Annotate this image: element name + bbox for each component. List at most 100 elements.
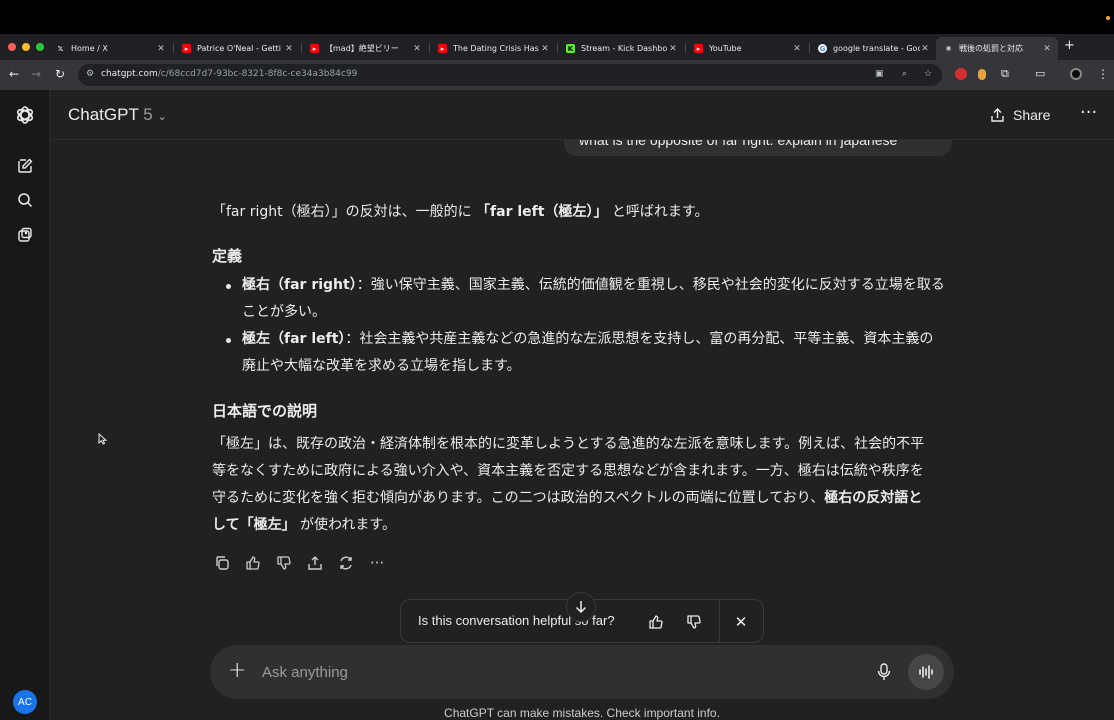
browser-tab[interactable]: G google translate - Goo ✕ [810,37,936,60]
url-text[interactable]: chatgpt.com/c/68ccd7d7-93bc-8321-8f8c-ce… [101,69,357,79]
close-icon[interactable]: ✕ [731,612,751,632]
bullet-term: 極右（far right） [242,277,357,293]
paragraph-line: 等をなくすために政府による強い介入や、資本主義を否定する思想などが含まれます。一… [212,458,952,485]
answer-intro: 「far right（極右）」の反対は、一般的に 「far left（極左）」 … [212,199,952,226]
tab-label: 【mad】絶望ビリー [325,44,399,53]
bullet-text: ことが多い。 [242,304,326,320]
share-icon [991,107,1004,122]
bookmark-star-icon[interactable]: ☆ [924,69,932,79]
install-app-icon[interactable]: ▣ [875,69,884,79]
mouse-cursor-icon [98,433,107,445]
feedback-thumbs-down-icon[interactable] [684,612,704,632]
tab-label: Patrice O'Neal - Getti [197,44,281,53]
youtube-favicon-icon: ▸ [694,44,703,53]
paragraph-bold: 極右の反対語と [824,490,923,506]
paragraph-line: して「極左」 が使われます。 [212,512,952,539]
paragraph-text: が使われます。 [295,517,396,533]
tab-label: 戦後の処罰と対応 [959,44,1023,53]
disclaimer: ChatGPT can make mistakes. Check importa… [444,706,720,720]
tab-close-icon[interactable]: ✕ [412,44,422,54]
paragraph-text: 等をなくすために政府による強い介入や、資本主義を否定する思想などが含まれます。一… [212,463,924,479]
browser-menu-icon[interactable]: ⋮ [1097,67,1109,81]
browser-tab[interactable]: ▸ YouTube ✕ [686,37,808,60]
tab-label: Home / X [71,44,108,53]
message-actions: ··· [212,553,387,573]
answer-text: 「far right（極右）」の反対は、一般的に [212,204,477,220]
address-bar[interactable]: ⚙ chatgpt.com/c/68ccd7d7-93bc-8321-8f8c-… [78,64,942,86]
more-options-icon[interactable]: ··· [1080,102,1097,123]
youtube-favicon-icon: ▸ [310,44,319,53]
cast-icon[interactable]: ▭ [1035,67,1045,80]
tab-close-icon[interactable]: ✕ [792,44,802,54]
share-message-icon[interactable] [305,553,325,573]
answer-bold: 「far left（極左）」 [476,204,608,220]
voice-mode-button[interactable] [908,654,944,690]
search-icon[interactable] [15,190,35,210]
more-actions-icon[interactable]: ··· [367,553,387,573]
browser-tab-active[interactable]: ✺ 戦後の処罰と対応 ✕ [936,37,1058,60]
library-icon[interactable] [15,225,35,245]
bullet-item: 極右（far right）：強い保守主義、国家主義、伝統的価値観を重視し、移民や… [242,272,954,299]
model-version: 5 [143,105,153,124]
prompt-input[interactable] [262,661,862,683]
share-button-overlay[interactable]: Share [990,107,1050,123]
bullet [226,284,231,289]
chevron-down-icon: ⌄ [157,111,167,123]
reload-icon[interactable]: ↻ [55,67,65,81]
chatgpt-favicon-icon: ✺ [945,44,952,53]
url-host: chatgpt.com [101,69,158,79]
explanation-heading: 日本語での説明 [212,402,318,420]
feedback-divider [719,600,720,643]
bullet-text: ：強い保守主義、国家主義、伝統的価値観を重視し、移民や社会的変化に反対する立場を… [356,277,945,293]
openai-logo-icon[interactable] [15,105,35,125]
answer-text: と呼ばれます。 [607,204,709,220]
tab-close-icon[interactable]: ✕ [1042,44,1052,54]
thumbs-up-icon[interactable] [243,553,263,573]
bullet-text: ：社会主義や共産主義などの急進的な左派思想を支持し、富の再分配、平等主義、資本主… [345,331,934,347]
tab-close-icon[interactable]: ✕ [920,44,930,54]
tab-label: google translate - Goo [833,44,920,53]
model-name: ChatGPT [68,105,139,124]
back-icon[interactable]: ← [9,67,19,81]
new-tab-button[interactable]: + [1064,38,1075,53]
paragraph-bold: して「極左」 [212,517,296,533]
browser-tab[interactable]: K Stream - Kick Dashbo ✕ [558,37,684,60]
extension-icon[interactable] [978,69,986,80]
extensions-puzzle-icon[interactable]: ⧉ [1001,67,1009,81]
os-menu-bar [0,0,1114,34]
site-info-icon[interactable]: ⚙ [86,69,94,79]
add-attachment-icon[interactable]: + [228,658,246,683]
profile-icon[interactable] [1070,68,1082,80]
tab-close-icon[interactable]: ✕ [284,44,294,54]
url-path: /c/68ccd7d7-93bc-8321-8f8c-ce34a3b84c99 [157,69,358,79]
arrow-down-icon [575,601,587,614]
copy-icon[interactable] [212,553,232,573]
tab-close-icon[interactable]: ✕ [540,44,550,54]
paragraph-text: 守るために変化を強く拒む傾向があります。この二つは政治的スペクトルの両端に位置し… [212,490,825,506]
regenerate-icon[interactable] [336,553,356,573]
new-chat-icon[interactable] [15,156,35,176]
window-zoom-button[interactable] [36,43,44,51]
user-avatar[interactable]: AC [13,690,37,714]
extension-icon[interactable] [955,68,967,80]
browser-tab[interactable]: ▸ Patrice O'Neal - Getti ✕ [174,37,300,60]
browser-tab[interactable]: ▸ The Dating Crisis Has ✕ [430,37,556,60]
window-minimize-button[interactable] [22,43,30,51]
model-selector-overlay[interactable]: ChatGPT 5 ⌄ [68,105,167,125]
thumbs-down-icon[interactable] [274,553,294,573]
feedback-thumbs-up-icon[interactable] [646,612,666,632]
microphone-icon[interactable] [874,662,894,682]
window-close-button[interactable] [8,43,16,51]
browser-toolbar: ← → ↻ ⚙ chatgpt.com/c/68ccd7d7-93bc-8321… [0,60,1114,90]
bullet-text: 廃止や大幅な改革を求める立場を指します。 [242,358,521,374]
forward-icon[interactable]: → [31,67,41,81]
browser-tab[interactable]: ▸ 【mad】絶望ビリー ✕ [302,37,428,60]
scroll-to-bottom-button[interactable] [566,592,596,622]
zoom-icon[interactable]: ⌕ [902,69,907,79]
tab-close-icon[interactable]: ✕ [156,44,166,54]
bullet-item: 極左（far left）：社会主義や共産主義などの急進的な左派思想を支持し、富の… [242,326,954,353]
youtube-favicon-icon: ▸ [182,44,191,53]
tab-close-icon[interactable]: ✕ [668,44,678,54]
sidebar-rail: AC [0,90,50,720]
browser-tab[interactable]: 𝕏 Home / X ✕ [48,37,172,60]
